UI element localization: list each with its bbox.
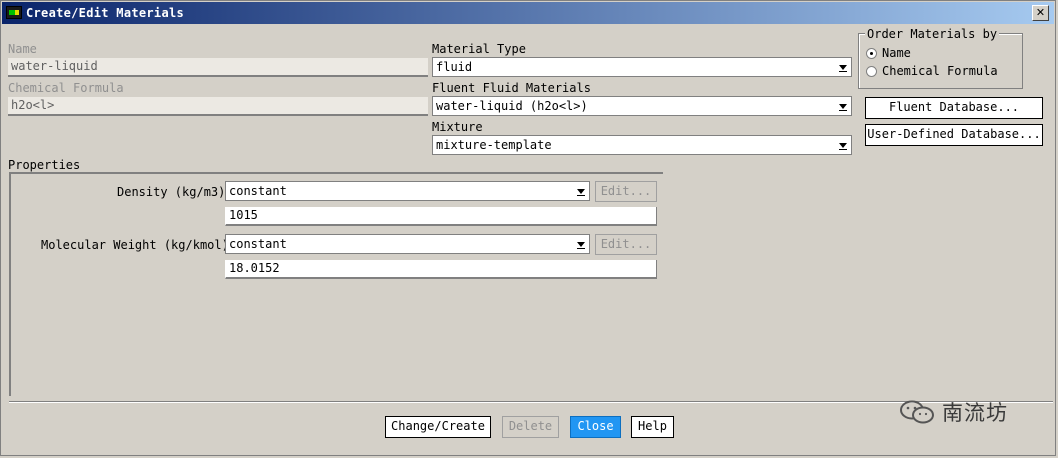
order-materials-group [858, 33, 1023, 89]
chemical-formula-field[interactable]: h2o<l> [8, 97, 428, 116]
close-button[interactable]: Close [570, 416, 621, 438]
density-method-value: constant [229, 184, 287, 198]
fluent-fluid-materials-value: water-liquid (h2o<l>) [436, 99, 588, 113]
material-type-select[interactable]: fluid [432, 57, 852, 77]
material-type-label: Material Type [432, 42, 526, 56]
order-by-formula-label[interactable]: Chemical Formula [882, 64, 998, 78]
density-edit-button[interactable]: Edit... [595, 181, 657, 202]
mixture-select[interactable]: mixture-template [432, 135, 852, 155]
chevron-down-icon[interactable] [574, 183, 588, 199]
molecular-weight-method-value: constant [229, 237, 287, 251]
properties-label: Properties [8, 158, 81, 172]
window-close-button[interactable]: ✕ [1032, 5, 1049, 21]
title-bar: Create/Edit Materials ✕ [2, 2, 1054, 24]
fluent-fluid-materials-select[interactable]: water-liquid (h2o<l>) [432, 96, 852, 116]
delete-button[interactable]: Delete [502, 416, 559, 438]
molecular-weight-label: Molecular Weight (kg/kmol) [41, 238, 229, 252]
bottom-separator [9, 401, 1053, 403]
wechat-icon [900, 400, 934, 424]
fluent-database-button[interactable]: Fluent Database... [865, 97, 1043, 119]
chevron-down-icon[interactable] [574, 236, 588, 252]
chemical-formula-label: Chemical Formula [8, 81, 124, 95]
order-by-formula-radio[interactable] [866, 66, 877, 77]
properties-panel [9, 172, 663, 396]
help-button[interactable]: Help [631, 416, 674, 438]
order-by-name-radio[interactable] [866, 48, 877, 59]
chevron-down-icon[interactable] [836, 59, 850, 75]
name-label: Name [8, 42, 37, 56]
order-materials-label: Order Materials by [865, 27, 1000, 41]
molecular-weight-method-select[interactable]: constant [225, 234, 590, 254]
order-by-name-label[interactable]: Name [882, 46, 911, 60]
window-title: Create/Edit Materials [26, 6, 185, 20]
mixture-value: mixture-template [436, 138, 552, 152]
density-label: Density (kg/m3) [117, 185, 226, 199]
create-edit-materials-window: Create/Edit Materials ✕ Name water-liqui… [0, 0, 1056, 456]
fluent-app-icon [6, 6, 22, 19]
chevron-down-icon[interactable] [836, 137, 850, 153]
fluent-fluid-materials-label: Fluent Fluid Materials [432, 81, 591, 95]
watermark-text: 南流坊 [942, 401, 1008, 425]
material-type-value: fluid [436, 60, 473, 74]
change-create-button[interactable]: Change/Create [385, 416, 491, 438]
mixture-label: Mixture [432, 120, 483, 134]
watermark: 南流坊 [898, 397, 1008, 427]
molecular-weight-value-input[interactable]: 18.0152 [225, 260, 657, 279]
density-method-select[interactable]: constant [225, 181, 590, 201]
user-defined-database-button[interactable]: User-Defined Database... [865, 124, 1043, 146]
molecular-weight-edit-button[interactable]: Edit... [595, 234, 657, 255]
chevron-down-icon[interactable] [836, 98, 850, 114]
density-value-input[interactable]: 1015 [225, 207, 657, 226]
name-field[interactable]: water-liquid [8, 58, 428, 77]
